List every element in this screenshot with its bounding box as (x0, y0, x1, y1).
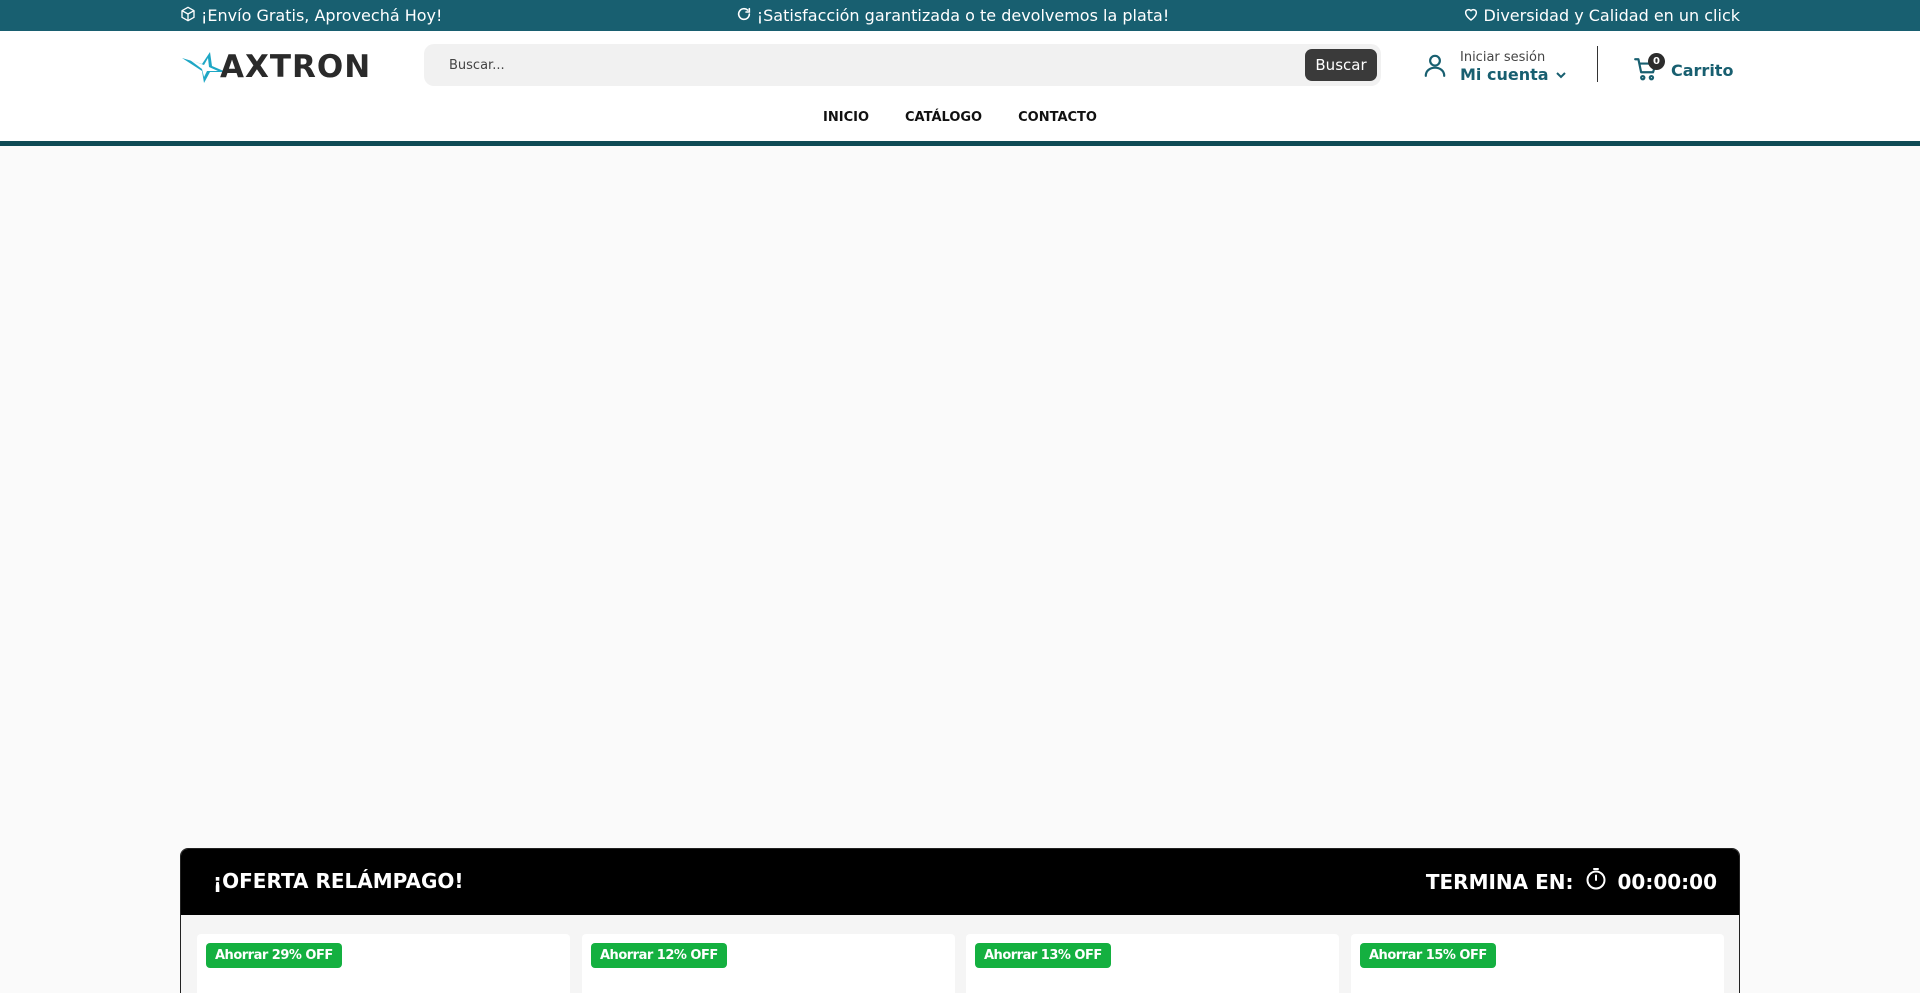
discount-badge: Ahorrar 13% OFF (975, 943, 1111, 968)
cart-count-badge: 0 (1648, 53, 1665, 70)
ends-label: TERMINA EN: (1425, 869, 1574, 894)
box-icon (180, 6, 196, 26)
cart-icon: 0 (1633, 53, 1665, 84)
shipping-text: ¡Envío Gratis, Aprovechá Hoy! (201, 6, 443, 25)
discount-badge: Ahorrar 15% OFF (1360, 943, 1496, 968)
main-nav: INICIO CATÁLOGO CONTACTO (0, 110, 1920, 130)
refresh-icon (736, 6, 752, 26)
chevron-down-icon (1555, 71, 1566, 78)
product-card[interactable]: Ahorrar 15% OFF (1351, 934, 1724, 993)
shipping-message: ¡Envío Gratis, Aprovechá Hoy! (180, 6, 442, 26)
flash-offer-title: ¡OFERTA RELÁMPAGO! (213, 869, 464, 893)
cart-label: Carrito (1671, 60, 1734, 80)
cart-button[interactable]: 0 Carrito (1633, 53, 1734, 85)
header-divider (1597, 46, 1598, 82)
nav-item-inicio[interactable]: INICIO (823, 110, 869, 130)
my-account-label: Mi cuenta (1460, 65, 1567, 85)
header-underline (0, 141, 1920, 146)
search-input[interactable] (424, 44, 1304, 86)
guarantee-message: ¡Satisfacción garantizada o te devolvemo… (736, 6, 1170, 26)
nav-item-contacto[interactable]: CONTACTO (1018, 110, 1097, 130)
login-label: Iniciar sesión (1460, 49, 1546, 65)
countdown-value: 00:00:00 (1617, 869, 1718, 894)
diversity-message: Diversidad y Calidad en un click (1463, 6, 1740, 26)
search-bar: Buscar (424, 44, 1381, 86)
my-account-text: Mi cuenta (1460, 64, 1549, 84)
announcement-bar: ¡Envío Gratis, Aprovechá Hoy! ¡Satisfacc… (0, 0, 1920, 31)
product-card[interactable]: Ahorrar 29% OFF (197, 934, 570, 993)
user-icon (1422, 52, 1448, 82)
discount-badge: Ahorrar 29% OFF (206, 943, 342, 968)
product-card[interactable]: Ahorrar 13% OFF (966, 934, 1339, 993)
heart-icon (1463, 6, 1479, 26)
stopwatch-icon (1584, 867, 1608, 896)
nav-item-catalogo[interactable]: CATÁLOGO (905, 110, 982, 130)
countdown-timer: TERMINA EN: 00:00:00 (1426, 867, 1717, 896)
flash-offer-header: ¡OFERTA RELÁMPAGO! TERMINA EN: 00:00:00 (181, 849, 1739, 915)
search-button[interactable]: Buscar (1305, 49, 1377, 81)
discount-badge: Ahorrar 12% OFF (591, 943, 727, 968)
guarantee-text: ¡Satisfacción garantizada o te devolvemo… (756, 6, 1170, 25)
flash-offer-section: ¡OFERTA RELÁMPAGO! TERMINA EN: 00:00:00 … (180, 848, 1740, 993)
site-logo[interactable]: AXTRON (180, 49, 386, 85)
brand-wordmark: AXTRON (220, 49, 372, 85)
product-card[interactable]: Ahorrar 12% OFF (582, 934, 955, 993)
account-menu[interactable]: Iniciar sesión Mi cuenta (1422, 47, 1567, 87)
diversity-text: Diversidad y Calidad en un click (1483, 6, 1740, 25)
